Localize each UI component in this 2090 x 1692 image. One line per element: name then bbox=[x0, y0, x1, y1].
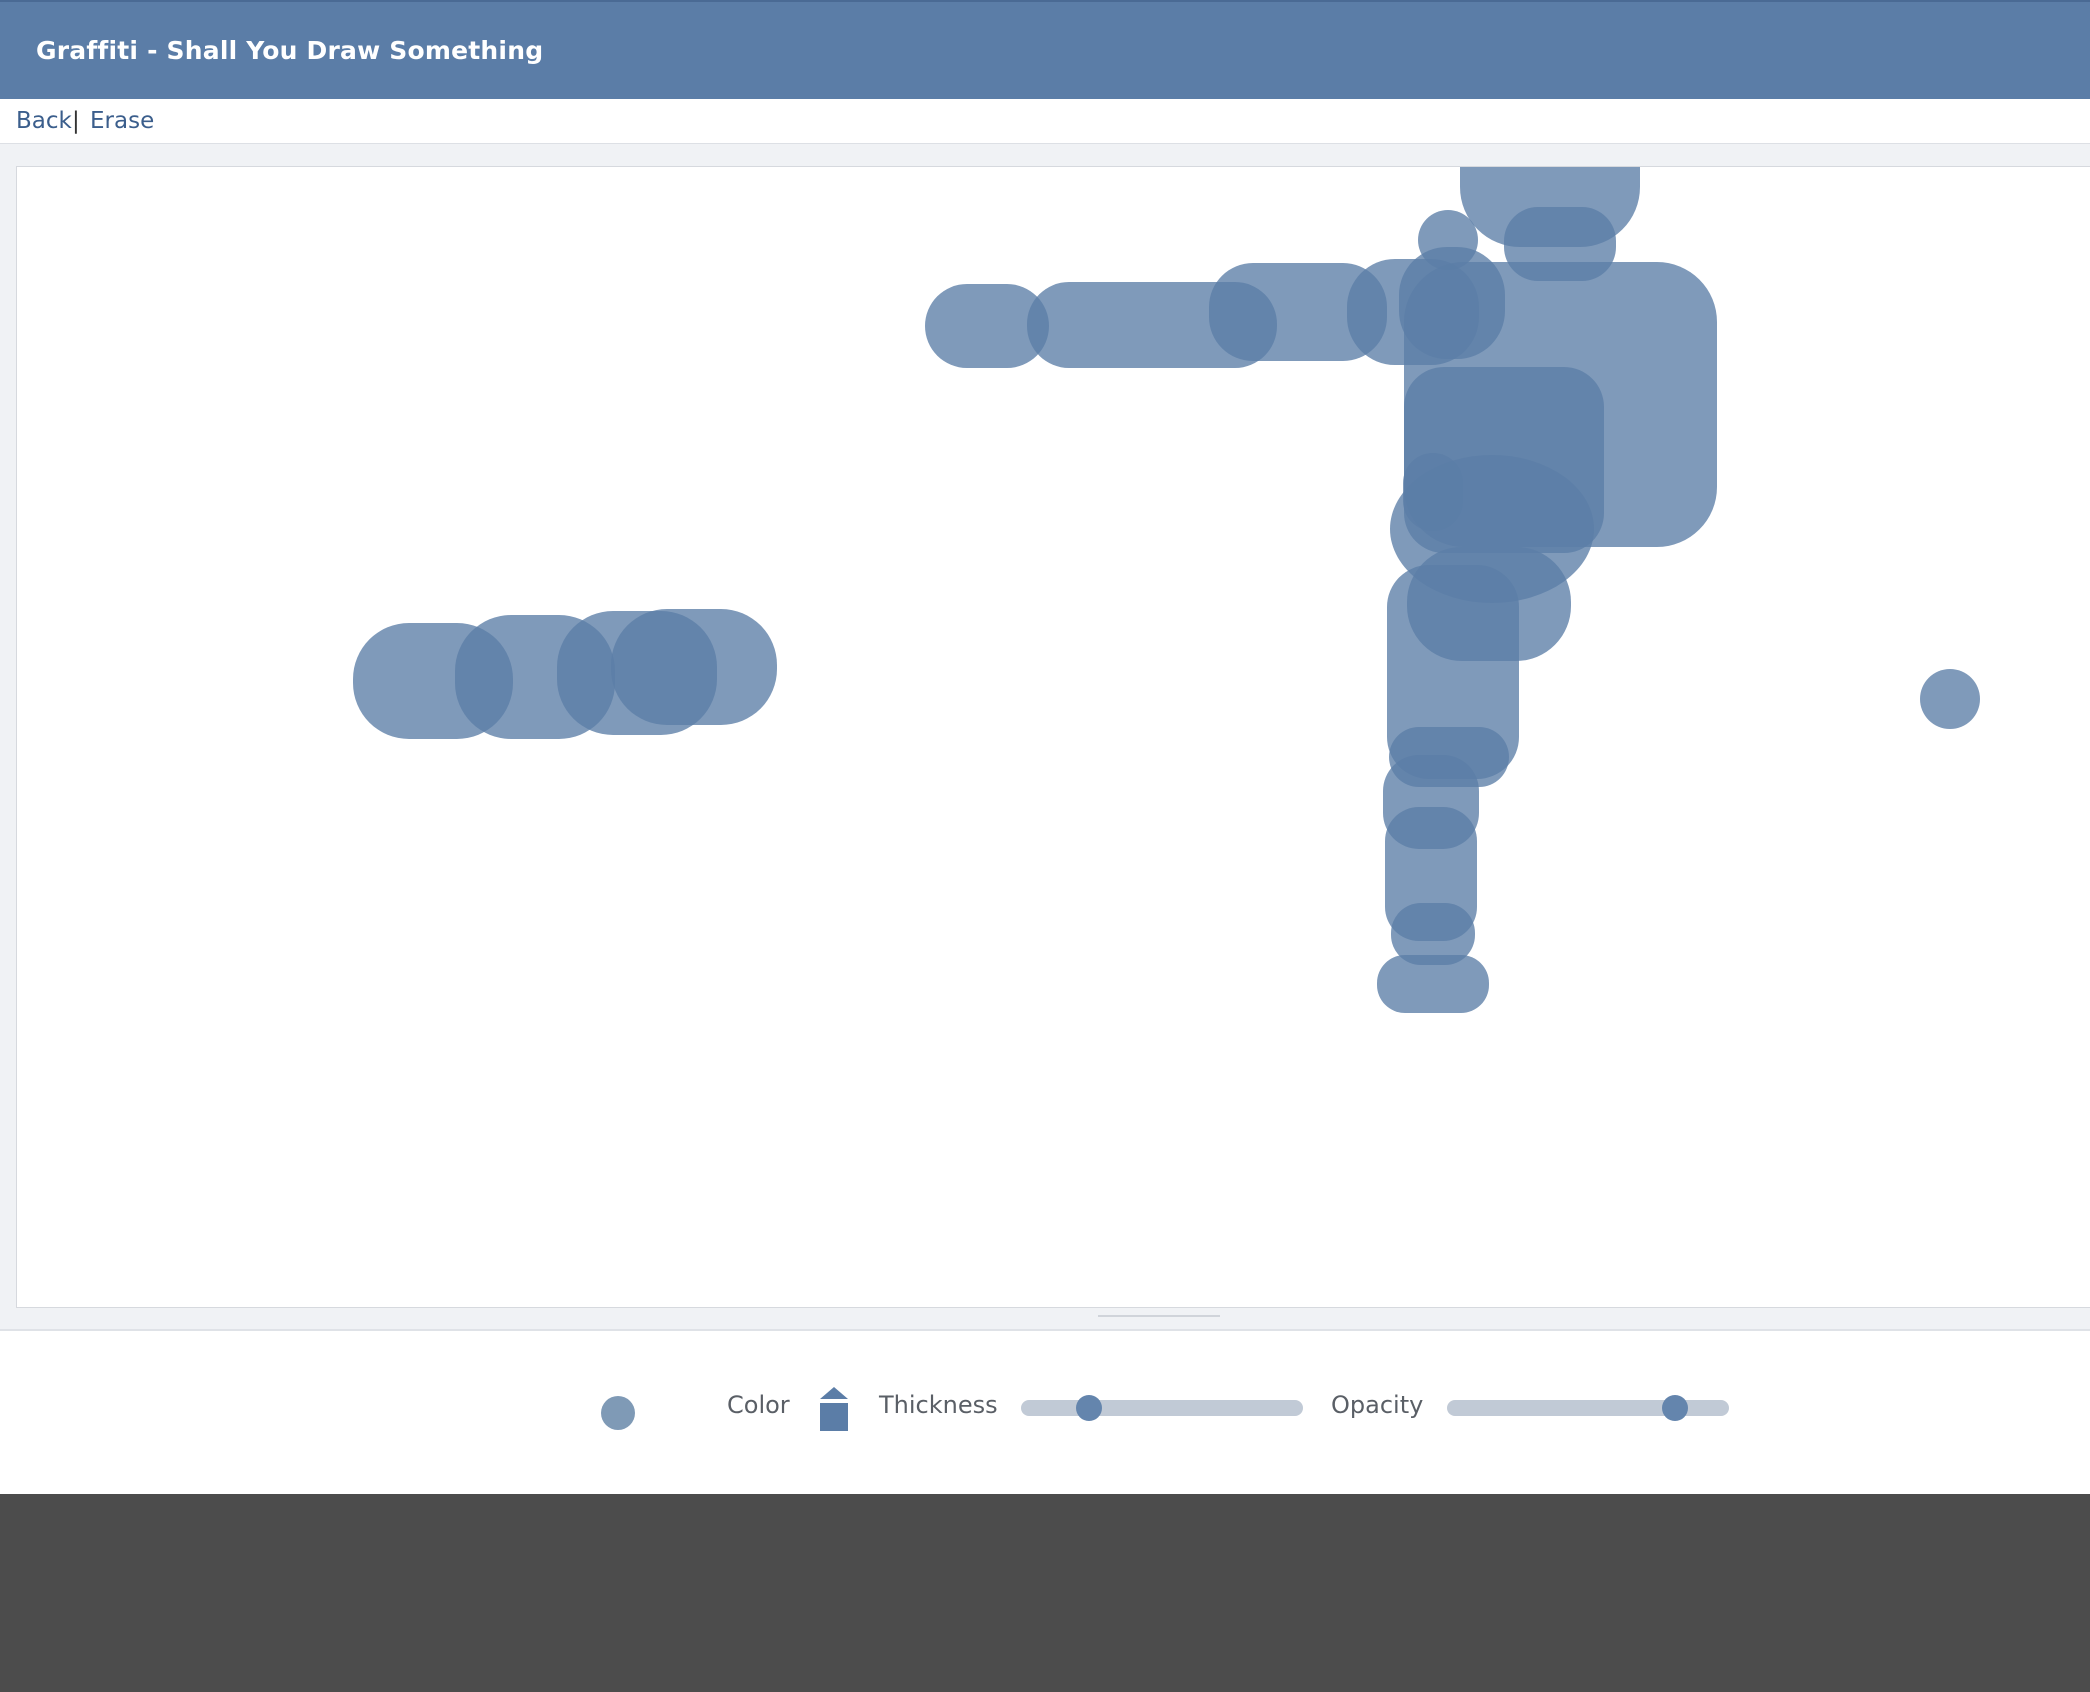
color-label: Color bbox=[727, 1391, 790, 1419]
brush-stroke bbox=[1418, 210, 1478, 270]
page-background bbox=[0, 1494, 2090, 1692]
thickness-slider-track bbox=[1021, 1400, 1303, 1416]
canvas-resize-handle[interactable] bbox=[1098, 1315, 1220, 1317]
title-bar: Graffiti - Shall You Draw Something bbox=[0, 0, 2090, 99]
back-link[interactable]: Back bbox=[16, 108, 72, 134]
thickness-label: Thickness bbox=[879, 1391, 998, 1419]
erase-link[interactable]: Erase bbox=[90, 108, 154, 134]
app-title: Graffiti - Shall You Draw Something bbox=[36, 36, 544, 65]
thickness-slider-thumb[interactable] bbox=[1075, 1395, 1102, 1421]
thickness-slider[interactable] bbox=[1021, 1395, 1303, 1421]
canvas-area bbox=[0, 144, 2090, 1331]
opacity-slider-thumb[interactable] bbox=[1662, 1395, 1689, 1421]
brush-stroke bbox=[1377, 955, 1489, 1013]
brush-stroke bbox=[1920, 669, 1980, 729]
action-link-bar: Back | Erase bbox=[0, 99, 2090, 144]
pencil-color-icon[interactable] bbox=[818, 1387, 850, 1431]
brush-stroke bbox=[611, 609, 777, 725]
opacity-slider[interactable] bbox=[1447, 1395, 1729, 1421]
opacity-label: Opacity bbox=[1331, 1391, 1424, 1419]
link-separator: | bbox=[72, 108, 80, 134]
drawing-canvas[interactable] bbox=[16, 166, 2090, 1308]
stroke-layer bbox=[353, 167, 1980, 1013]
drawing-strokes bbox=[353, 167, 1980, 1013]
drawing-toolbar: Color Thickness Opacity bbox=[0, 1331, 2090, 1494]
graffiti-app: Graffiti - Shall You Draw Something Back… bbox=[0, 0, 2090, 1692]
brush-preview-icon bbox=[601, 1396, 635, 1430]
